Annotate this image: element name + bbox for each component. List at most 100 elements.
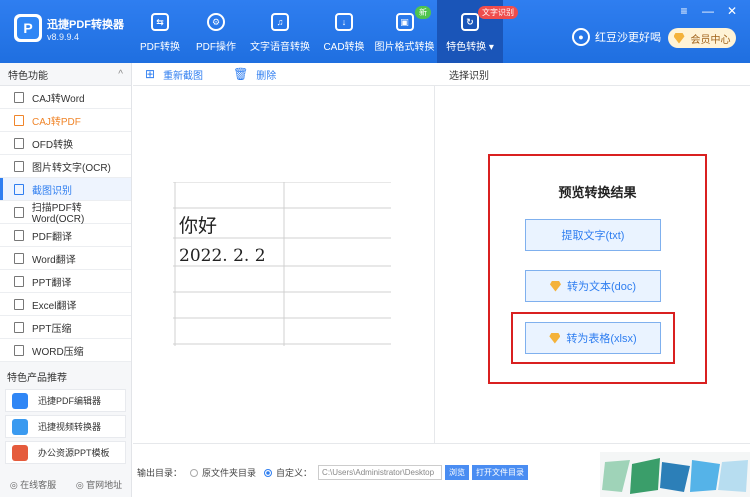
captured-table-image: 你好 2022. 2. 2 — [173, 182, 391, 346]
delete-button[interactable]: 🗑 删除 — [233, 67, 276, 82]
sidebar-item[interactable]: 扫描PDF转Word(OCR) — [0, 201, 131, 225]
document-icon — [14, 298, 24, 310]
sidebar-item[interactable]: 图片转文字(OCR) — [0, 155, 131, 178]
promo-item[interactable]: 迅捷视频转换器 — [5, 415, 126, 438]
nav-pdf-operate[interactable]: ⚙ PDF操作 — [188, 0, 244, 63]
app-version: v8.9.9.4 — [47, 32, 80, 42]
app-logo-icon: P — [14, 14, 42, 42]
sidebar-item[interactable]: Word翻译 — [0, 247, 131, 270]
user-name: 红豆沙更好喝 — [595, 32, 661, 44]
cell-text-2: 2022. 2. 2 — [179, 246, 266, 266]
custom-folder-label: 自定义： — [276, 468, 313, 478]
pdf-operate-icon: ⚙ — [207, 13, 225, 31]
sidebar-item-label: PPT压缩 — [32, 323, 72, 335]
cad-icon: ↓ — [335, 13, 353, 31]
result-panel: 预览转换结果 提取文字(txt) 转为文本(doc) 转为表格(xlsx) — [488, 154, 707, 384]
sidebar-item[interactable]: PDF翻译 — [0, 224, 131, 247]
sidebar-item-label: CAJ转PDF — [32, 116, 81, 128]
title-bar: P 迅捷PDF转换器 v8.9.9.4 ⇆ PDF转换 ⚙ PDF操作 ♫ 文字… — [0, 0, 750, 63]
collapse-icon: ^ — [118, 68, 123, 80]
sidebar-item-label: WORD压缩 — [32, 346, 84, 358]
menu-icon[interactable]: ≡ — [676, 4, 692, 18]
nav-label: CAD转换 — [323, 42, 365, 53]
nav-label: 图片格式转换 — [374, 42, 435, 53]
promo-label: 迅捷PDF编辑器 — [38, 396, 102, 406]
sidebar: 特色功能 ^ CAJ转Word CAJ转PDF OFD转换图片转文字(OCR) 截图识… — [0, 63, 132, 497]
sidebar-header[interactable]: 特色功能 ^ — [0, 63, 131, 86]
nav-pdf-convert[interactable]: ⇆ PDF转换 — [132, 0, 188, 63]
document-icon — [14, 344, 24, 356]
radio-custom-folder[interactable] — [264, 468, 273, 477]
promo-item[interactable]: 办公资源PPT模板 — [5, 441, 126, 464]
document-icon — [14, 137, 24, 149]
cell-text-1: 你好 — [179, 215, 217, 237]
browse-button[interactable]: 浏览 — [445, 465, 470, 480]
radio-source-folder[interactable] — [190, 468, 199, 477]
diamond-icon — [549, 280, 561, 292]
add-icon: ⊞ — [145, 67, 156, 81]
new-badge: 新 — [415, 6, 431, 19]
sidebar-item-label: PDF翻译 — [32, 231, 72, 243]
sidebar-item[interactable]: Excel翻译 — [0, 293, 131, 316]
main-panel: ⊞ 重新截图 🗑 删除 你好 2022. 2. 2 选择识别 预览转换结果 提取… — [133, 63, 750, 497]
nav-label: PDF转换 — [140, 42, 180, 53]
nav-cad[interactable]: ↓ CAD转换 — [316, 0, 372, 63]
promo-list: 迅捷PDF编辑器 迅捷视频转换器办公资源PPT模板 — [0, 389, 131, 464]
document-icon — [14, 275, 24, 287]
nav-feature[interactable]: 文字识别 ↻ 特色转换 ▾ — [437, 0, 518, 63]
sidebar-item-label: 截图识别 — [32, 185, 72, 197]
sidebar-item[interactable]: CAJ转PDF — [0, 109, 131, 132]
extract-txt-button[interactable]: 提取文字(txt) — [525, 219, 661, 251]
sidebar-item-label: PPT翻译 — [32, 277, 72, 289]
user-avatar-icon: ● — [572, 28, 590, 46]
open-folder-button[interactable]: 打开文件目录 — [472, 465, 529, 480]
sidebar-item[interactable]: PPT压缩 — [0, 316, 131, 339]
feature-icon: ↻ — [461, 13, 479, 31]
audio-icon: ♫ — [271, 13, 289, 31]
document-icon — [14, 206, 24, 218]
nav-label: 特色转换 ▾ — [446, 42, 494, 53]
output-path-input[interactable] — [318, 465, 443, 480]
sidebar-list: CAJ转Word CAJ转PDF OFD转换图片转文字(OCR) 截图识别扫描PDF转… — [0, 86, 131, 362]
online-service-link[interactable]: ◎ 在线客服 — [10, 478, 56, 491]
promo-label: 迅捷视频转换器 — [38, 422, 102, 432]
sidebar-item-label: 图片转文字(OCR) — [32, 162, 111, 174]
preview-toolbar: ⊞ 重新截图 🗑 删除 — [133, 63, 435, 86]
sidebar-item-label: CAJ转Word — [32, 93, 85, 105]
minimize-icon[interactable]: — — [700, 4, 716, 18]
nav-label: PDF操作 — [196, 42, 236, 53]
output-row: 输出目录： 原文件夹目录 自定义： 浏览 打开文件目录 — [137, 465, 529, 480]
document-icon — [14, 91, 24, 103]
output-label: 输出目录： — [137, 468, 183, 478]
convert-xlsx-button[interactable]: 转为表格(xlsx) — [525, 322, 661, 354]
vip-center-button[interactable]: 会员中心 — [668, 28, 736, 48]
promo-item[interactable]: 迅捷PDF编辑器 — [5, 389, 126, 412]
result-title: 预览转换结果 — [558, 185, 637, 200]
close-icon[interactable]: ✕ — [724, 4, 740, 18]
source-folder-label: 原文件夹目录 — [202, 468, 257, 478]
user-profile[interactable]: ● 红豆沙更好喝 — [572, 28, 661, 46]
sidebar-item-label: 扫描PDF转Word(OCR) — [31, 203, 85, 225]
nav-label: 文字语音转换 — [250, 42, 310, 53]
product-icon — [12, 444, 28, 461]
document-icon — [14, 114, 24, 126]
nav-image-format[interactable]: 新 ▣ 图片格式转换 — [372, 0, 437, 63]
document-icon — [14, 183, 24, 195]
recapture-button[interactable]: ⊞ 重新截图 — [145, 67, 203, 82]
nav-text-speech[interactable]: ♫ 文字语音转换 — [244, 0, 316, 63]
sidebar-item-label: Excel翻译 — [32, 300, 77, 312]
product-icon — [12, 418, 28, 435]
sidebar-item[interactable]: WORD压缩 — [0, 339, 131, 362]
sidebar-item[interactable]: 截图识别 — [0, 178, 131, 201]
corner-decoration-image — [600, 452, 750, 497]
main-nav: ⇆ PDF转换 ⚙ PDF操作 ♫ 文字语音转换 ↓ CAD转换 新 ▣ 图片格… — [132, 0, 518, 63]
app-name: 迅捷PDF转换器 — [47, 19, 124, 31]
sidebar-item[interactable]: OFD转换 — [0, 132, 131, 155]
product-icon — [12, 392, 28, 409]
sidebar-item[interactable]: CAJ转Word — [0, 86, 131, 109]
sidebar-item[interactable]: PPT翻译 — [0, 270, 131, 293]
document-icon — [14, 321, 24, 333]
convert-doc-button[interactable]: 转为文本(doc) — [525, 270, 661, 302]
website-link[interactable]: ◎ 官网地址 — [76, 478, 122, 491]
recognition-header: 选择识别 — [435, 63, 750, 86]
